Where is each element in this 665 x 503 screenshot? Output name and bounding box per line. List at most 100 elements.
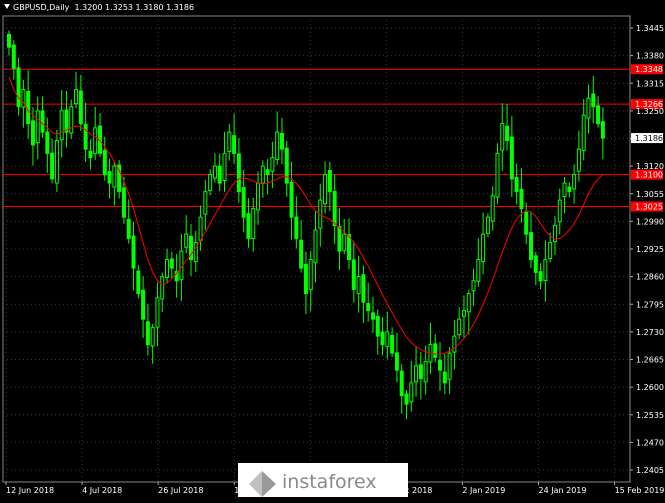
price-chart[interactable]: 1.3348 1.3266 1.3100 1.3025 1.3445 1.3380 1.3… <box>0 0 665 499</box>
candle-body <box>452 335 457 353</box>
candle-body <box>476 259 481 282</box>
symbol-label: GBPUSD,Daily <box>13 3 70 12</box>
x-tick-label: 10 Sep 2018 <box>310 486 361 495</box>
candle-body <box>136 270 141 295</box>
candle-body <box>505 125 510 142</box>
candle-body <box>500 123 505 151</box>
candle-body <box>457 318 462 336</box>
x-tick-label: 2 Jan 2019 <box>462 486 505 495</box>
candle-body <box>356 276 361 295</box>
candle-body <box>567 186 572 193</box>
candle-body <box>141 289 146 320</box>
y-tick-label: 1.2795 <box>636 300 664 309</box>
candle-body <box>562 182 567 198</box>
candle-body <box>126 218 131 239</box>
candle-body <box>596 105 601 125</box>
candle-body <box>438 359 443 371</box>
candle-body <box>16 67 21 108</box>
candle-body <box>423 361 428 383</box>
price-level-label: 1.3100 <box>635 171 663 180</box>
candle-body <box>533 255 538 273</box>
candle-body <box>50 152 55 180</box>
candle-body <box>380 331 385 346</box>
candle-body <box>270 157 275 172</box>
candle-body <box>279 132 284 150</box>
y-tick-label: 1.3315 <box>636 79 664 88</box>
candle-body <box>375 315 380 337</box>
candle-body <box>169 258 174 269</box>
y-tick-label: 1.2665 <box>636 356 664 365</box>
candle-body <box>160 276 165 300</box>
candle-body <box>509 136 514 180</box>
candle-body <box>519 188 524 210</box>
candle-body <box>93 127 98 154</box>
candle-body <box>7 33 11 48</box>
candle-body <box>74 89 79 105</box>
current-price-label: 1.3186 <box>635 134 663 143</box>
candle-body <box>572 174 577 190</box>
candle-body <box>481 233 486 263</box>
candle-body <box>466 293 471 313</box>
y-tick-label: 1.3380 <box>636 52 664 61</box>
candle-body <box>433 343 438 358</box>
x-tick-label: 12 Jun 2018 <box>6 486 54 495</box>
candle-body <box>227 131 232 152</box>
y-tick-label: 1.3120 <box>636 162 664 171</box>
candle-body <box>557 199 562 223</box>
candle-body <box>265 169 270 176</box>
caret-down-icon[interactable] <box>4 4 10 9</box>
candle-body <box>26 91 31 125</box>
candle-body <box>54 140 59 184</box>
candle-body <box>414 365 419 383</box>
y-tick-label: 1.2600 <box>636 383 664 392</box>
candle-body <box>600 121 605 139</box>
candle-body <box>366 303 371 312</box>
y-tick-label: 1.2925 <box>636 245 664 254</box>
x-tick-label: 24 Jan 2019 <box>539 486 587 495</box>
candle-body <box>232 135 237 154</box>
y-tick-label: 1.2990 <box>636 217 664 226</box>
candle-body <box>332 190 337 227</box>
candle-body <box>165 259 170 278</box>
candle-body <box>418 364 423 380</box>
candle-body <box>461 310 466 317</box>
candle-body <box>222 152 227 182</box>
candle-body <box>241 187 246 218</box>
chart-canvas[interactable]: 1.33481.32661.31001.3025 1.34451.33801.3… <box>0 0 665 499</box>
candle-body <box>524 211 529 235</box>
candle-body <box>581 114 586 152</box>
candle-body <box>390 334 395 354</box>
x-tick-label: 15 Feb 2019 <box>615 486 665 495</box>
y-tick-label: 1.2860 <box>636 273 664 282</box>
candle-body <box>447 352 452 380</box>
y-tick-label: 1.2470 <box>636 438 664 447</box>
candle-body <box>246 213 251 239</box>
candle-body <box>543 259 548 282</box>
candle-body <box>337 225 342 252</box>
y-tick-label: 1.2535 <box>636 411 664 420</box>
candle-body <box>184 233 189 248</box>
candle-body <box>284 147 289 184</box>
candle-body <box>303 263 308 295</box>
x-tick-label: 4 Jul 2018 <box>82 486 122 495</box>
candle-body <box>251 208 256 240</box>
candle-body <box>394 352 399 371</box>
candle-body <box>121 187 126 218</box>
candle-body <box>150 327 155 347</box>
candle-body <box>299 239 304 269</box>
candle-body <box>495 152 500 198</box>
candle-body <box>155 297 160 328</box>
candle-body <box>45 131 50 154</box>
candle-body <box>217 165 222 184</box>
candle-body <box>40 110 45 133</box>
candle-body <box>529 232 534 261</box>
y-tick-label: 1.3445 <box>636 24 664 33</box>
candle-body <box>83 123 88 150</box>
candle-body <box>385 331 390 348</box>
candle-body <box>289 181 294 218</box>
candle-body <box>256 182 261 211</box>
candle-body <box>409 382 414 403</box>
candle-body <box>69 106 74 134</box>
candle-body <box>11 44 16 69</box>
candle-body <box>361 274 366 303</box>
